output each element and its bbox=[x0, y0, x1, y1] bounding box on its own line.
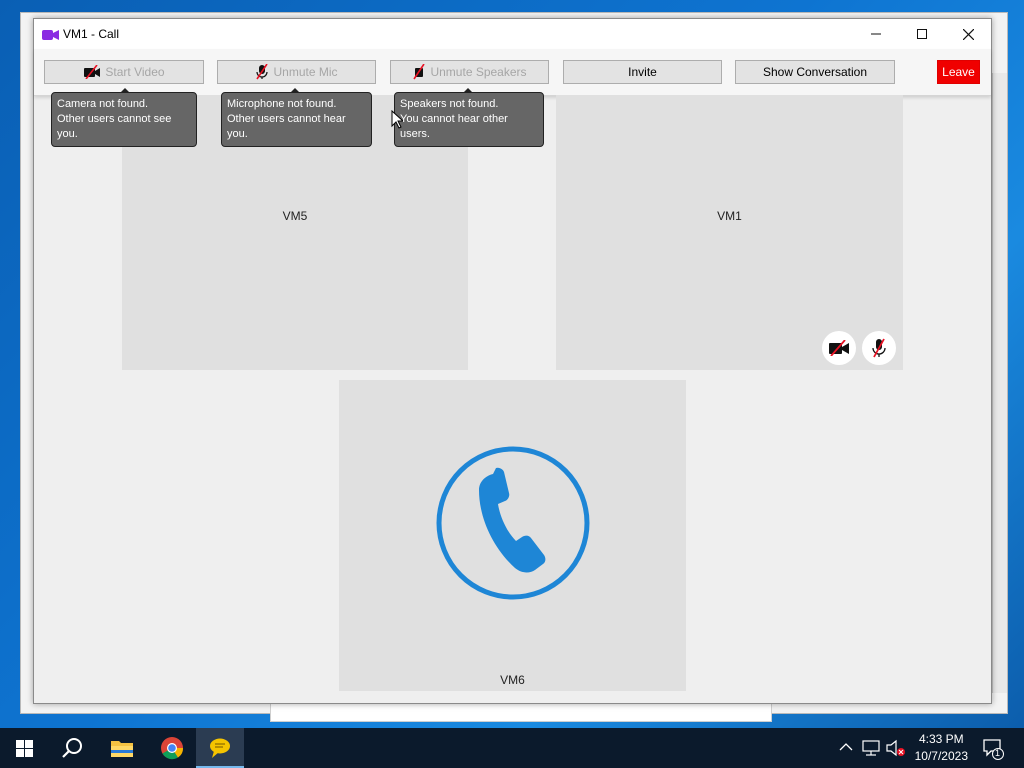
chat-bubble-icon bbox=[210, 738, 230, 758]
tooltip-line: Other users cannot hear you. bbox=[227, 113, 346, 140]
show-conversation-label: Show Conversation bbox=[762, 65, 868, 79]
chevron-up-icon[interactable] bbox=[839, 742, 853, 752]
phone-call-icon bbox=[436, 446, 590, 600]
chrome-icon bbox=[161, 737, 184, 760]
leave-button[interactable]: Leave bbox=[937, 60, 980, 84]
close-button[interactable] bbox=[945, 19, 991, 49]
volume-muted-icon[interactable] bbox=[886, 739, 906, 757]
unmute-speakers-button[interactable]: Unmute Speakers bbox=[390, 60, 549, 84]
maximize-button[interactable] bbox=[899, 19, 945, 49]
start-button[interactable] bbox=[0, 728, 48, 768]
mic-off-icon bbox=[872, 338, 886, 358]
unmute-mic-button[interactable]: Unmute Mic bbox=[217, 60, 376, 84]
minimize-button[interactable] bbox=[853, 19, 899, 49]
camera-off-status-icon bbox=[822, 331, 856, 365]
title-bar: VM1 - Call bbox=[34, 19, 991, 49]
call-toolbar: Start Video Unmute Mic Unmute Speakers I… bbox=[34, 49, 991, 96]
windows-logo-icon bbox=[15, 739, 33, 757]
start-video-button[interactable]: Start Video bbox=[44, 60, 204, 84]
maximize-icon bbox=[917, 29, 927, 39]
participant-name: VM1 bbox=[717, 209, 742, 223]
mic-off-icon bbox=[256, 64, 269, 80]
taskbar-chat-app[interactable] bbox=[196, 728, 244, 768]
mouse-cursor-icon bbox=[391, 110, 403, 129]
notification-icon bbox=[983, 739, 1004, 760]
participant-tile-vm1: VM1 bbox=[556, 95, 903, 370]
network-icon[interactable] bbox=[862, 740, 880, 756]
participant-name: VM6 bbox=[500, 673, 525, 687]
participant-name: VM5 bbox=[282, 209, 308, 223]
invite-button[interactable]: Invite bbox=[563, 60, 722, 84]
unmute-speakers-label: Unmute Speakers bbox=[430, 65, 527, 79]
start-video-label: Start Video bbox=[105, 65, 165, 79]
unmute-mic-label: Unmute Mic bbox=[273, 65, 338, 79]
video-camera-app-icon bbox=[42, 28, 59, 46]
action-center-button[interactable]: 1 bbox=[982, 738, 1004, 760]
clock-date: 10/7/2023 bbox=[914, 749, 968, 763]
tooltip-line: You cannot hear other users. bbox=[400, 113, 508, 140]
tooltip-line: Microphone not found. bbox=[227, 98, 337, 110]
window-title: VM1 - Call bbox=[63, 27, 120, 41]
camera-tooltip: Camera not found. Other users cannot see… bbox=[51, 88, 197, 147]
mic-off-status-icon bbox=[862, 331, 896, 365]
taskbar: 4:33 PM 10/7/2023 1 bbox=[0, 728, 1024, 768]
tooltip-line: Other users cannot see you. bbox=[57, 113, 172, 140]
camera-off-icon bbox=[84, 65, 101, 79]
notification-count: 1 bbox=[995, 748, 1001, 758]
background-window-edge bbox=[992, 73, 1007, 693]
close-icon bbox=[962, 28, 974, 40]
leave-label: Leave bbox=[942, 65, 975, 79]
participant-tile-vm6: VM6 bbox=[339, 380, 686, 691]
search-icon bbox=[62, 738, 82, 758]
tooltip-line: Speakers not found. bbox=[400, 98, 499, 110]
taskbar-file-explorer[interactable] bbox=[98, 728, 146, 768]
system-clock[interactable]: 4:33 PM 10/7/2023 bbox=[915, 731, 968, 765]
microphone-tooltip: Microphone not found. Other users cannot… bbox=[221, 88, 372, 147]
camera-off-icon bbox=[829, 340, 849, 356]
show-conversation-button[interactable]: Show Conversation bbox=[735, 60, 895, 84]
minimize-icon bbox=[871, 33, 881, 35]
clock-time: 4:33 PM bbox=[918, 732, 964, 746]
taskbar-chrome[interactable] bbox=[148, 728, 196, 768]
call-window: VM1 - Call Start Video Unmute Mic Unmute… bbox=[33, 18, 992, 704]
tooltip-line: Camera not found. bbox=[57, 98, 149, 110]
search-button[interactable] bbox=[48, 728, 96, 768]
invite-label: Invite bbox=[628, 65, 657, 79]
speakers-tooltip: Speakers not found. You cannot hear othe… bbox=[394, 88, 544, 147]
folder-icon bbox=[111, 741, 133, 757]
speaker-off-icon bbox=[413, 64, 426, 80]
